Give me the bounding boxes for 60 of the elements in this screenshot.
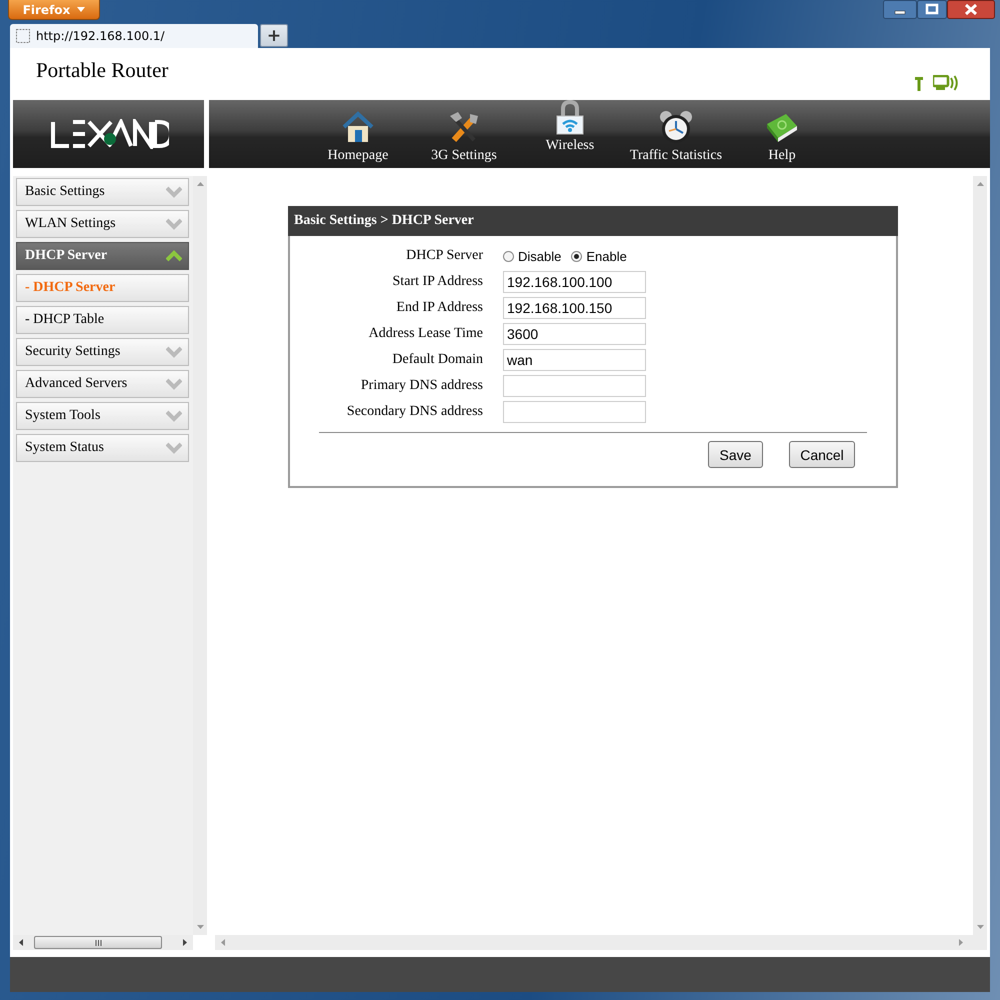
caret-icon: [77, 7, 86, 12]
field-label: DHCP Server: [405, 247, 483, 265]
radio-button[interactable]: [503, 250, 514, 262]
chevron-down-icon: [166, 410, 182, 422]
field-label: Primary DNS address: [360, 377, 483, 395]
field-label: Secondary DNS address: [346, 403, 483, 421]
chevron-down-icon: [166, 218, 182, 230]
scroll-left-icon[interactable]: [19, 939, 23, 946]
field-label: Start IP Address: [392, 273, 483, 291]
scroll-down-icon[interactable]: [976, 925, 984, 929]
sidebar-item[interactable]: WLAN Settings: [16, 210, 189, 238]
chevron-down-icon: [166, 378, 182, 390]
scroll-down-icon[interactable]: [196, 925, 204, 929]
sidebar-item[interactable]: DHCP Server: [16, 242, 189, 270]
close-icon[interactable]: [947, 0, 995, 19]
horizontal-scrollbar[interactable]: [13, 935, 193, 950]
browser-tab[interactable]: http://192.168.100.1/: [10, 24, 258, 48]
scroll-right-icon[interactable]: [183, 939, 187, 946]
nav-item[interactable]: Wireless: [517, 100, 623, 168]
nav-item[interactable]: Help: [729, 100, 835, 168]
chevron-down-icon: [166, 186, 182, 198]
maximize-icon[interactable]: [917, 0, 947, 19]
panel-title: Basic Settings > DHCP Server: [288, 206, 898, 236]
nav-item[interactable]: Traffic Statistics: [623, 100, 729, 168]
scroll-up-icon[interactable]: [976, 182, 984, 186]
minimize-icon[interactable]: [883, 0, 917, 19]
new-tab-button[interactable]: +: [260, 24, 288, 47]
page-title: Portable Router: [35, 57, 168, 84]
vertical-scrollbar[interactable]: [193, 176, 207, 935]
sidebar-item[interactable]: System Tools: [16, 402, 189, 430]
nav-item[interactable]: Homepage: [305, 100, 411, 168]
page-icon: [16, 29, 30, 43]
form-button[interactable]: Cancel: [789, 441, 855, 468]
radio-button[interactable]: [571, 250, 582, 262]
sidebar-item[interactable]: Security Settings: [16, 338, 189, 366]
input-field[interactable]: 192.168.100.150: [503, 297, 646, 319]
grip-icon: [94, 940, 102, 946]
field-label: Default Domain: [391, 351, 483, 369]
input-field[interactable]: [503, 401, 646, 423]
input-field[interactable]: [503, 375, 646, 397]
form-button[interactable]: Save: [708, 441, 763, 468]
sidebar-item[interactable]: Advanced Servers: [16, 370, 189, 398]
sidebar-item[interactable]: Basic Settings: [16, 178, 189, 206]
sidebar-subitem[interactable]: - DHCP Table: [16, 306, 189, 334]
field-label: End IP Address: [395, 299, 483, 317]
vertical-scrollbar[interactable]: [973, 176, 987, 935]
input-field[interactable]: 3600: [503, 323, 646, 345]
scroll-up-icon[interactable]: [196, 182, 204, 186]
sidebar-item[interactable]: System Status: [16, 434, 189, 462]
chevron-down-icon: [166, 442, 182, 454]
radio-label: Disable: [518, 248, 562, 264]
nav-item[interactable]: 3G Settings: [411, 100, 517, 168]
radio-label: Enable: [586, 248, 627, 264]
chevron-down-icon: [166, 346, 182, 358]
chevron-up-icon: [166, 250, 182, 262]
input-field[interactable]: 192.168.100.100: [503, 271, 646, 293]
input-field[interactable]: wan: [503, 349, 646, 371]
scrollbar-thumb[interactable]: [34, 936, 162, 949]
antenna-icon: [915, 77, 923, 91]
field-label: Address Lease Time: [368, 325, 483, 343]
